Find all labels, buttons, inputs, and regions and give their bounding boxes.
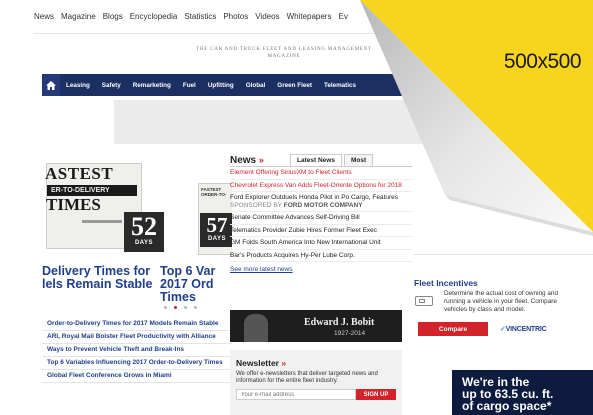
hero-headline2-line1: Top 6 Var (160, 264, 216, 278)
news-item[interactable]: Element Offering SiriusXM to Fleet Clien… (230, 167, 412, 180)
sign-up-button[interactable]: SIGN UP (356, 389, 396, 400)
ad-box[interactable]: We're in the up to 63.5 cu. ft. of cargo… (452, 370, 593, 415)
hero-carousel[interactable]: ASTEST ER-TO-DELIVERY TIMES 52 DAYS FAST… (42, 155, 232, 263)
days-number-2: 57 (206, 213, 228, 237)
carousel-dot[interactable] (194, 306, 197, 309)
nav-upfitting[interactable]: Upfitting (202, 82, 240, 89)
topnav-videos[interactable]: Videos (255, 12, 279, 28)
newsletter-box: Newsletter » We offer e-newsletters that… (230, 350, 402, 415)
size-label: 500x500 (503, 50, 582, 73)
hero-slate2-text: FASTEST ORDER-TO- (201, 187, 227, 197)
topnav-magazine[interactable]: Magazine (61, 12, 96, 28)
nav-fuel[interactable]: Fuel (177, 82, 202, 89)
days-number: 52 (131, 212, 157, 241)
news-title-text: News (230, 155, 257, 166)
calculator-icon (414, 292, 438, 310)
fleet-incentives-body: Determine the actual cost of owning and … (414, 290, 593, 314)
tab-most[interactable]: Most (343, 154, 374, 166)
topnav-statistics[interactable]: Statistics (184, 12, 216, 28)
newsletter-title: Newsletter » (236, 358, 396, 368)
fleet-incentives-title: Fleet Incentives (414, 278, 478, 288)
topnav-photos[interactable]: Photos (223, 12, 248, 28)
nav-remarketing[interactable]: Remarketing (127, 82, 177, 89)
carousel-dot-active[interactable] (174, 306, 177, 309)
list-item[interactable]: Top 6 Variables Influencing 2017 Order-t… (42, 357, 232, 370)
newsletter-form: SIGN UP (236, 389, 396, 400)
chevron-right-icon: » (258, 155, 264, 165)
nav-leasing[interactable]: Leasing (60, 82, 96, 89)
tab-latest-news[interactable]: Latest News (290, 154, 342, 166)
news-title: News » (230, 155, 288, 166)
topnav-blogs[interactable]: Blogs (103, 12, 123, 28)
see-more-news-link[interactable]: See more latest news (230, 266, 412, 273)
ad-line: of cargo space* (462, 399, 552, 413)
nav-global[interactable]: Global (240, 82, 272, 89)
news-item[interactable]: Telematics Provider Zubie Hires Former F… (230, 225, 412, 237)
vincentric-text: VINCENTRIC (505, 326, 547, 333)
news-item[interactable]: Chevrolet Express Van Adds Fleet-Oriente… (230, 180, 412, 192)
hero-slate-bottom: TIMES (46, 195, 101, 214)
newsletter-title-text: Newsletter (236, 358, 279, 368)
carousel-dot[interactable] (164, 306, 167, 309)
fleet-incentives-actions: Compare ✓VINCENTRIC (414, 322, 593, 336)
portrait-image (244, 314, 268, 342)
fleet-incentives: Fleet Incentives Determine the actual co… (414, 278, 593, 336)
hero-headline-line2: lels Remain Stable (42, 277, 153, 291)
hero-headline2-line2: 2017 Ord (160, 277, 214, 291)
top-nav: News Magazine Blogs Encyclopedia Statist… (34, 12, 348, 28)
sponsored-label: SPONSORED BY FORD MOTOR COMPANY (230, 202, 363, 209)
main-nav: Leasing Safety Remarketing Fuel Upfittin… (42, 74, 412, 96)
news-item[interactable]: Bar's Products Acquires Hy-Per Lube Corp… (230, 250, 412, 262)
story-list: Order-to-Delivery Times for 2017 Models … (42, 318, 232, 383)
topnav-events[interactable]: Ev (338, 12, 347, 28)
memorial-banner[interactable]: Edward J. Bobit 1927-2014 (230, 310, 402, 342)
topnav-encyclopedia[interactable]: Encyclopedia (130, 12, 178, 28)
site-tagline: THE CAR AND TRUCK FLEET AND LEASING MANA… (196, 47, 372, 59)
news-item-sponsored[interactable]: Ford Explorer Outduels Honda Pilot in Po… (230, 192, 412, 212)
memorial-name: Edward J. Bobit (304, 317, 375, 328)
list-item[interactable]: ARI, Royal Mail Bolster Fleet Productivi… (42, 331, 232, 344)
carousel-dots (164, 306, 197, 309)
chevron-right-icon: » (281, 358, 287, 368)
nav-telematics[interactable]: Telematics (318, 82, 362, 89)
hero-headline[interactable]: Delivery Times for lels Remain Stable (42, 265, 152, 291)
hero-headline-line1: Delivery Times for (42, 264, 151, 278)
vincentric-logo[interactable]: ✓VINCENTRIC (500, 325, 547, 333)
topnav-news[interactable]: News (34, 12, 54, 28)
divider (414, 254, 593, 255)
news-header: News » Latest News Most (230, 153, 412, 167)
compare-button[interactable]: Compare (418, 322, 488, 336)
divider (34, 33, 593, 34)
newsletter-description: We offer e-newsletters that deliver targ… (236, 371, 378, 384)
days-label: DAYS (134, 240, 154, 246)
news-item[interactable]: Senate Committee Advances Self-Driving B… (230, 212, 412, 225)
news-panel: News » Latest News Most Element Offering… (230, 153, 412, 273)
home-icon[interactable] (42, 74, 60, 96)
email-field[interactable] (236, 389, 356, 400)
nav-green-fleet[interactable]: Green Fleet (271, 82, 318, 89)
hero-headline2-line3: Times (160, 290, 196, 304)
list-item[interactable]: Ways to Prevent Vehicle Theft and Break-… (42, 344, 232, 357)
news-item-text: Ford Explorer Outduels Honda Pilot in Po… (230, 194, 399, 201)
fleet-incentives-text: Determine the actual cost of owning and … (444, 290, 559, 313)
list-item[interactable]: Order-to-Delivery Times for 2017 Models … (42, 318, 232, 331)
days-badge-2: 57 DAYS (200, 213, 232, 247)
sponsor-name: FORD MOTOR COMPANY (283, 201, 363, 209)
nav-safety[interactable]: Safety (96, 82, 127, 89)
carousel-dot[interactable] (184, 306, 187, 309)
hero-headline-2[interactable]: Top 6 Var 2017 Ord Times (160, 265, 215, 304)
banner-ad[interactable] (114, 100, 434, 144)
hero-slate-top: ASTEST (45, 164, 114, 183)
memorial-years: 1927-2014 (334, 330, 366, 337)
list-item[interactable]: Global Fleet Conference Grows in Miami (42, 370, 232, 383)
days-badge: 52 DAYS (124, 212, 164, 252)
topnav-whitepapers[interactable]: Whitepapers (287, 12, 332, 28)
decoration (82, 220, 122, 223)
sponsored-prefix: SPONSORED BY (230, 201, 282, 209)
news-item[interactable]: GM Folds South America Into New Internat… (230, 237, 412, 250)
